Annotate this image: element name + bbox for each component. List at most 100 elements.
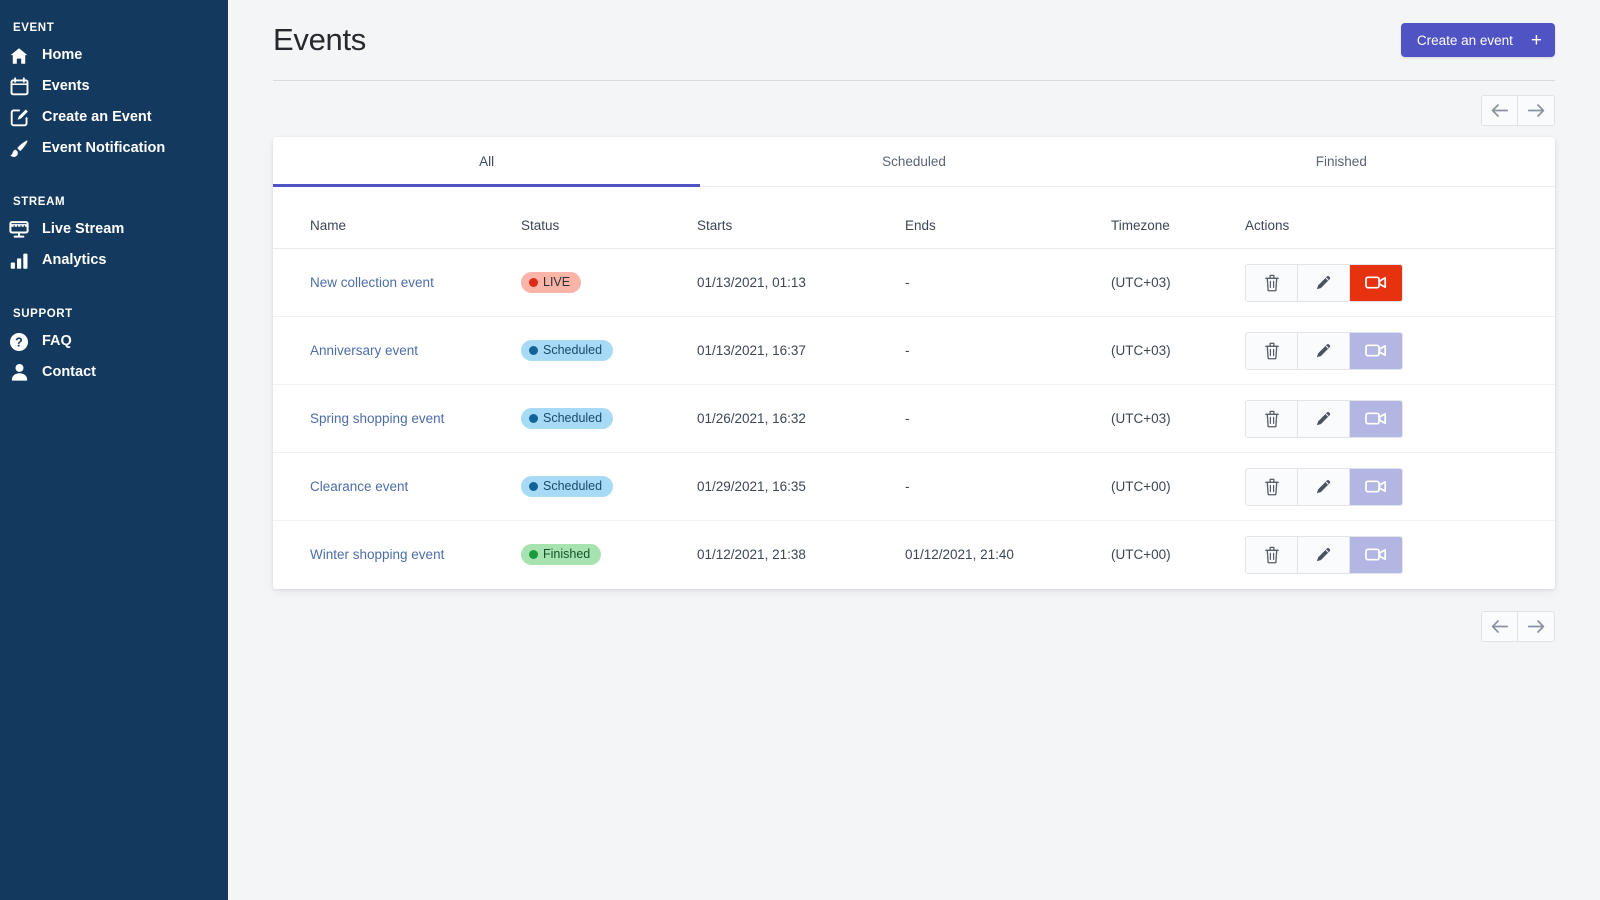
- sidebar-item-events[interactable]: Events: [0, 71, 228, 102]
- go-live-button[interactable]: [1350, 537, 1402, 573]
- go-live-button[interactable]: [1350, 265, 1402, 301]
- sidebar-item-label: FAQ: [42, 334, 72, 349]
- status-badge-label: Scheduled: [543, 343, 602, 358]
- trash-icon: [1264, 546, 1280, 564]
- table-row: Spring shopping eventScheduled01/26/2021…: [273, 385, 1555, 453]
- row-action-group: [1245, 332, 1403, 370]
- go-live-button[interactable]: [1350, 333, 1402, 369]
- edit-event-button[interactable]: [1298, 333, 1350, 369]
- status-badge-label: Finished: [543, 547, 590, 562]
- tab-all[interactable]: All: [273, 137, 700, 187]
- status-dot-icon: [529, 550, 538, 559]
- delete-event-button[interactable]: [1246, 333, 1298, 369]
- tab-scheduled[interactable]: Scheduled: [700, 137, 1127, 187]
- pagination-prev-button-bottom[interactable]: [1482, 612, 1518, 641]
- edit-event-button[interactable]: [1298, 537, 1350, 573]
- cell-actions: [1245, 317, 1555, 385]
- event-name-link[interactable]: New collection event: [310, 275, 434, 290]
- column-header-starts: Starts: [697, 187, 905, 249]
- cell-timezone: (UTC+00): [1111, 521, 1245, 589]
- pagination-prev-button-top[interactable]: [1482, 96, 1518, 125]
- table-row: Clearance eventScheduled01/29/2021, 16:3…: [273, 453, 1555, 521]
- sidebar-group-label-stream: STREAM: [0, 164, 228, 214]
- sidebar-item-faq[interactable]: ?FAQ: [0, 326, 228, 357]
- cell-starts: 01/13/2021, 01:13: [697, 249, 905, 317]
- home-icon: [8, 45, 30, 67]
- sidebar-item-label: Live Stream: [42, 222, 124, 237]
- video-camera-icon: [1365, 343, 1387, 358]
- go-live-button[interactable]: [1350, 469, 1402, 505]
- events-table-body: New collection event LIVE 01/13/2021, 01:1…: [273, 249, 1555, 589]
- monitor-icon: [8, 219, 30, 241]
- create-an-event-button[interactable]: Create an event +: [1401, 23, 1555, 57]
- go-live-button[interactable]: [1350, 401, 1402, 437]
- delete-event-button[interactable]: [1246, 537, 1298, 573]
- status-badge-label: Scheduled: [543, 411, 602, 426]
- sidebar-item-create-an-event[interactable]: Create an Event: [0, 102, 228, 133]
- events-card: AllScheduledFinished Name Status Starts …: [273, 137, 1555, 589]
- event-name-link[interactable]: Anniversary event: [310, 343, 418, 358]
- status-badge: Finished: [521, 544, 601, 565]
- delete-event-button[interactable]: [1246, 401, 1298, 437]
- trash-icon: [1264, 410, 1280, 428]
- event-name-link[interactable]: Spring shopping event: [310, 411, 444, 426]
- plus-icon: +: [1531, 31, 1542, 50]
- status-badge: LIVE: [521, 272, 581, 293]
- calendar-icon: [8, 76, 30, 98]
- sidebar-item-live-stream[interactable]: Live Stream: [0, 214, 228, 245]
- sidebar: EVENT Home Events Create an EventEvent Noti…: [0, 0, 228, 900]
- edit-event-button[interactable]: [1298, 401, 1350, 437]
- pencil-icon: [1315, 546, 1332, 563]
- cell-actions: [1245, 249, 1555, 317]
- table-header-row: Name Status Starts Ends Timezone Actions: [273, 187, 1555, 249]
- pagination-next-button-top[interactable]: [1518, 96, 1554, 125]
- sidebar-item-label: Home: [42, 48, 82, 63]
- delete-event-button[interactable]: [1246, 469, 1298, 505]
- sidebar-item-analytics[interactable]: Analytics: [0, 245, 228, 276]
- edit-event-button[interactable]: [1298, 469, 1350, 505]
- table-row: New collection event LIVE 01/13/2021, 01:1…: [273, 249, 1555, 317]
- edit-event-button[interactable]: [1298, 265, 1350, 301]
- video-camera-icon: [1365, 479, 1387, 494]
- sidebar-group-label-support: SUPPORT: [0, 276, 228, 326]
- status-badge-label: Scheduled: [543, 479, 602, 494]
- sidebar-item-contact[interactable]: Contact: [0, 357, 228, 388]
- cell-status: Scheduled: [521, 453, 697, 521]
- events-table: Name Status Starts Ends Timezone Actions…: [273, 187, 1555, 589]
- status-badge: Scheduled: [521, 408, 613, 429]
- cell-name: Anniversary event: [273, 317, 521, 385]
- cell-starts: 01/13/2021, 16:37: [697, 317, 905, 385]
- arrow-left-icon: [1491, 620, 1508, 633]
- cell-ends: -: [905, 453, 1111, 521]
- table-row: Winter shopping event Finished 01/12/2021,…: [273, 521, 1555, 589]
- pagination-next-button-bottom[interactable]: [1518, 612, 1554, 641]
- status-badge-label: LIVE: [543, 275, 570, 290]
- column-header-ends: Ends: [905, 187, 1111, 249]
- cell-timezone: (UTC+03): [1111, 385, 1245, 453]
- cell-status: LIVE: [521, 249, 697, 317]
- cell-ends: -: [905, 249, 1111, 317]
- cell-status: Scheduled: [521, 385, 697, 453]
- column-header-status: Status: [521, 187, 697, 249]
- status-dot-icon: [529, 414, 538, 423]
- tab-finished[interactable]: Finished: [1128, 137, 1555, 187]
- column-header-timezone: Timezone: [1111, 187, 1245, 249]
- trash-icon: [1264, 478, 1280, 496]
- event-name-link[interactable]: Winter shopping event: [310, 547, 444, 562]
- status-dot-icon: [529, 278, 538, 287]
- row-action-group: [1245, 400, 1403, 438]
- sidebar-item-label: Contact: [42, 365, 96, 380]
- page-header: Events Create an event +: [273, 0, 1555, 81]
- sidebar-item-label: Events: [42, 79, 90, 94]
- sidebar-item-home[interactable]: Home: [0, 40, 228, 71]
- sidebar-item-event-notification[interactable]: Event Notification: [0, 133, 228, 164]
- sidebar-group-label-event: EVENT: [0, 14, 228, 40]
- create-an-event-label: Create an event: [1417, 33, 1513, 48]
- delete-event-button[interactable]: [1246, 265, 1298, 301]
- status-badge: Scheduled: [521, 476, 613, 497]
- cell-ends: 01/12/2021, 21:40: [905, 521, 1111, 589]
- cell-name: Winter shopping event: [273, 521, 521, 589]
- table-row: Anniversary event Scheduled 01/13/2021, 16…: [273, 317, 1555, 385]
- event-name-link[interactable]: Clearance event: [310, 479, 408, 494]
- status-badge: Scheduled: [521, 340, 613, 361]
